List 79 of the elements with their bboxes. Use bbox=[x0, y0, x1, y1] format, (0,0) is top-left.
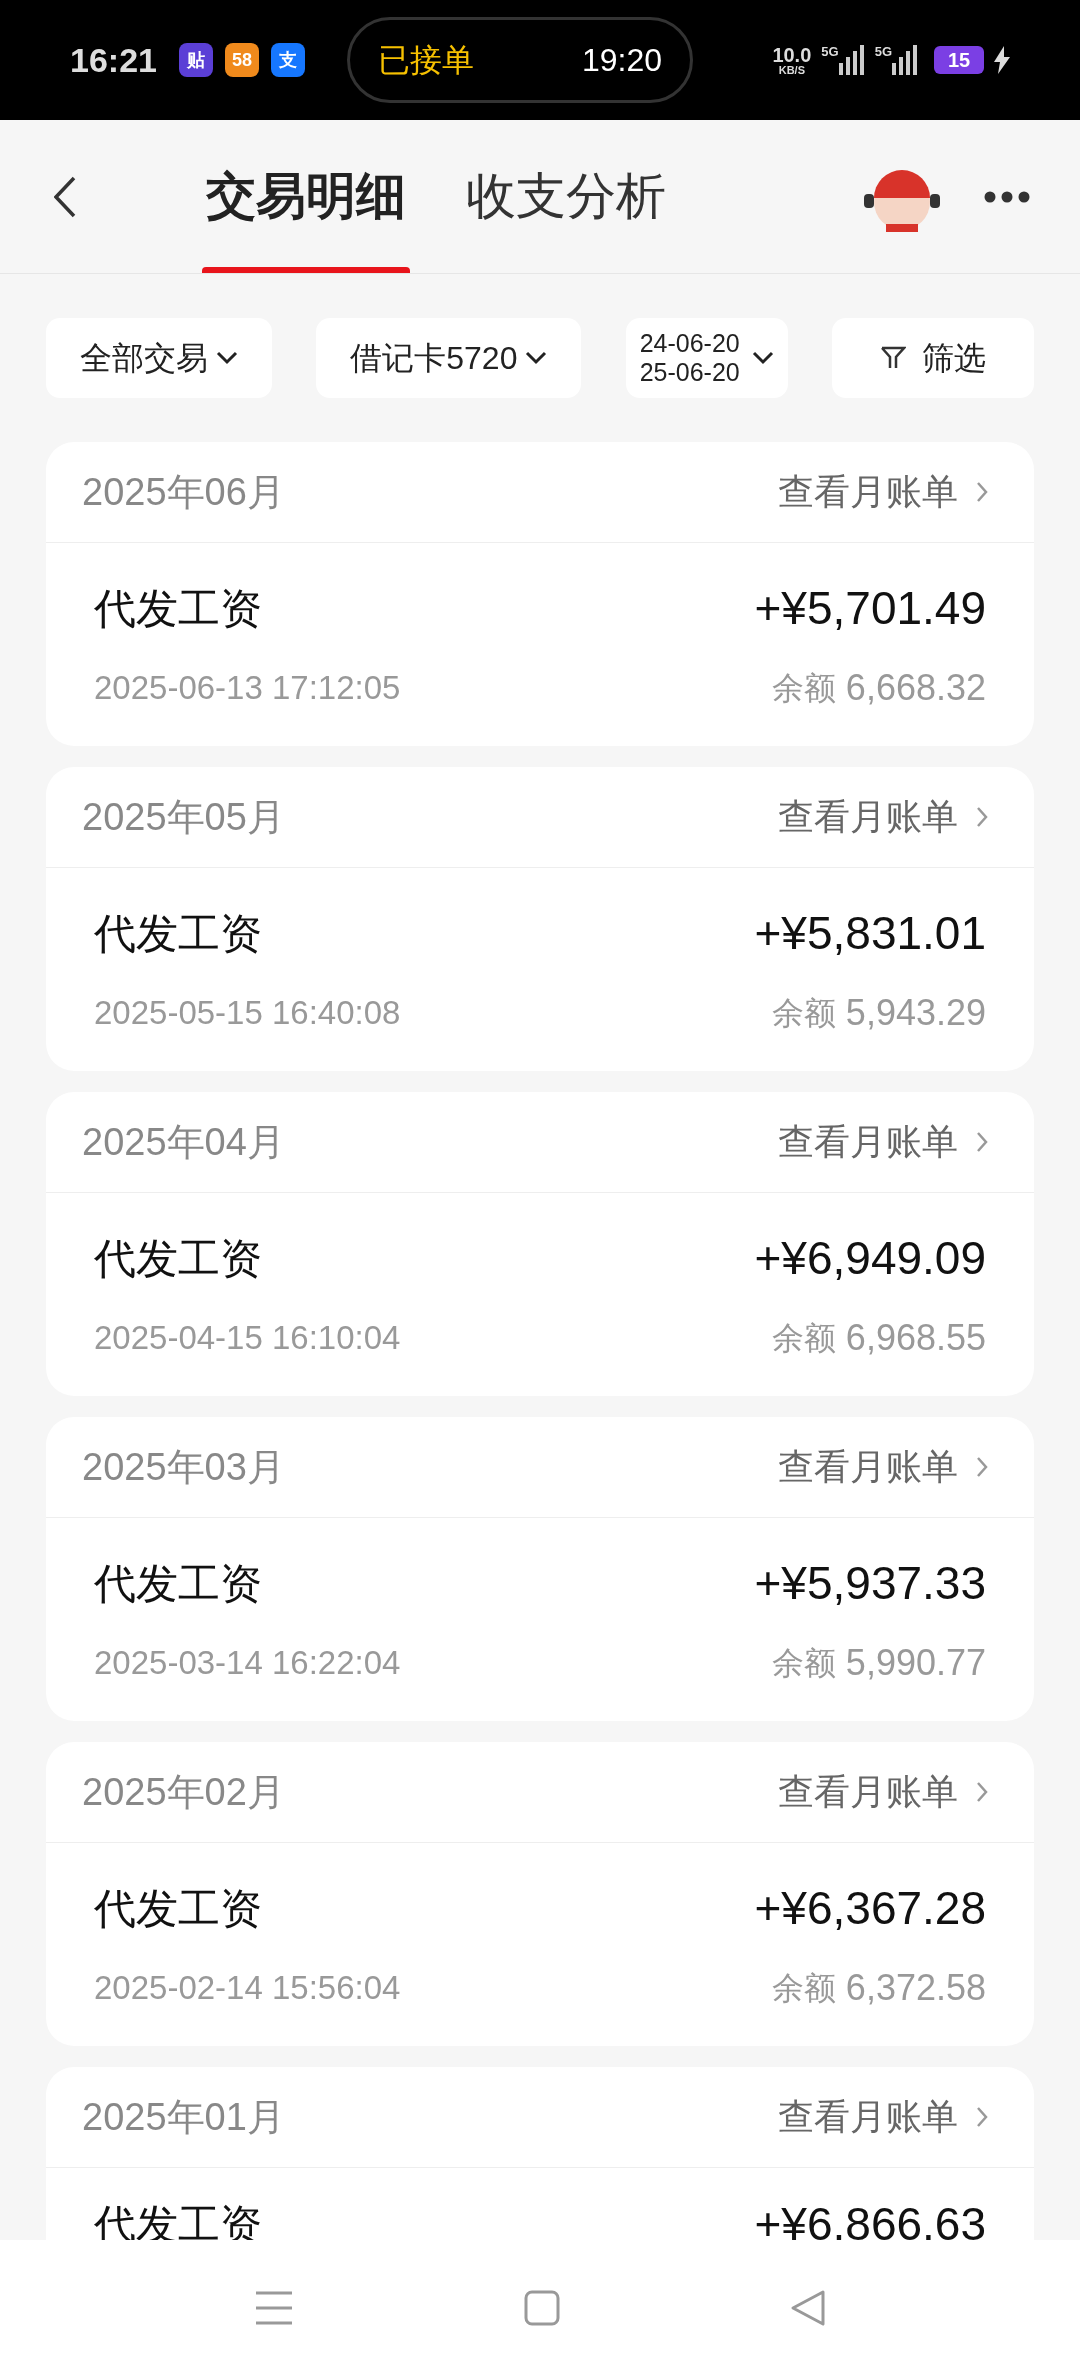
transaction-title: 代发工资 bbox=[94, 1559, 262, 1609]
pill-status: 已接单 bbox=[377, 41, 474, 80]
transaction-title: 代发工资 bbox=[94, 1234, 262, 1284]
end-date: 25-06-20 bbox=[639, 358, 740, 387]
date-range-picker[interactable]: 24-06-20 25-06-20 bbox=[625, 318, 788, 398]
transaction-time: 2025-05-15 16:40:08 bbox=[94, 993, 401, 1034]
monthly-bill-link[interactable]: 查看月账单 bbox=[778, 1765, 988, 1819]
transaction-amount: +¥6,949.09 bbox=[754, 1231, 986, 1286]
network-type: 5G bbox=[874, 45, 892, 58]
transaction-row[interactable]: 代发工资 +¥5,937.33 2025-03-14 16:22:04 余额 5,990.77 bbox=[46, 1518, 1034, 1721]
transaction-amount: +¥6,367.28 bbox=[754, 1881, 986, 1936]
month-label: 2025年03月 bbox=[82, 1444, 285, 1490]
transaction-row[interactable]: 代发工资 +¥5,701.49 2025-06-13 17:12:05 余额 6,668.32 bbox=[46, 543, 1034, 746]
monthly-bill-link[interactable]: 查看月账单 bbox=[778, 1440, 988, 1494]
more-icon[interactable] bbox=[984, 190, 1030, 203]
clock: 16:21 bbox=[70, 39, 157, 81]
balance-label: 余额 bbox=[771, 1969, 836, 2008]
balance-amount: 6,372.58 bbox=[845, 1966, 986, 2010]
chevron-down-icon bbox=[751, 351, 774, 365]
balance-amount: 6,968.55 bbox=[845, 1316, 986, 1360]
transaction-time: 2025-03-14 16:22:04 bbox=[94, 1643, 401, 1684]
transaction-row[interactable]: 代发工资 +¥5,831.01 2025-05-15 16:40:08 余额 5,943.29 bbox=[46, 868, 1034, 1071]
month-label: 2025年04月 bbox=[82, 1119, 285, 1165]
filter-button[interactable]: 筛选 bbox=[831, 318, 1034, 398]
transaction-time: 2025-06-13 17:12:05 bbox=[94, 668, 401, 709]
transaction-title: 代发工资 bbox=[94, 1884, 262, 1934]
month-label: 2025年06月 bbox=[82, 469, 285, 515]
chevron-right-icon bbox=[976, 1131, 988, 1153]
net-unit: KB/S bbox=[778, 64, 805, 76]
app-icon: 贴 bbox=[178, 43, 213, 77]
monthly-bill-link[interactable]: 查看月账单 bbox=[778, 465, 988, 519]
balance-label: 余额 bbox=[771, 1319, 836, 1358]
filter-dropdown[interactable]: 借记卡5720 bbox=[316, 318, 582, 398]
balance-amount: 6,668.32 bbox=[845, 666, 986, 710]
filter-icon bbox=[879, 345, 906, 371]
transaction-title: 代发工资 bbox=[94, 909, 262, 959]
net-speed: 10.0 bbox=[772, 44, 812, 65]
chevron-right-icon bbox=[976, 2106, 988, 2128]
month-label: 2025年01月 bbox=[82, 2094, 285, 2140]
transaction-row[interactable]: 代发工资 +¥6,949.09 2025-04-15 16:10:04 余额 6,968.55 bbox=[46, 1193, 1034, 1396]
monthly-bill-link[interactable]: 查看月账单 bbox=[778, 790, 988, 844]
chevron-right-icon bbox=[976, 1781, 988, 1803]
charging-icon bbox=[994, 46, 1010, 74]
chevron-down-icon bbox=[525, 351, 548, 365]
transaction-time: 2025-02-14 15:56:04 bbox=[94, 1968, 401, 2009]
app-icon: 支 bbox=[270, 43, 305, 77]
balance-amount: 5,990.77 bbox=[845, 1641, 986, 1685]
month-label: 2025年02月 bbox=[82, 1769, 285, 1815]
transaction-amount: +¥5,937.33 bbox=[754, 1556, 986, 1611]
transaction-amount: +¥5,831.01 bbox=[754, 906, 986, 961]
chevron-right-icon bbox=[976, 1456, 988, 1478]
app-icon: 58 bbox=[224, 43, 259, 77]
chevron-right-icon bbox=[976, 806, 988, 828]
balance-label: 余额 bbox=[771, 669, 836, 708]
transaction-amount: +¥6,866.63 bbox=[754, 2197, 986, 2252]
network-type: 5G bbox=[821, 45, 839, 58]
transaction-title: 代发工资 bbox=[94, 584, 262, 634]
balance-label: 余额 bbox=[771, 994, 836, 1033]
filter-dropdown[interactable]: 全部交易 bbox=[46, 318, 272, 398]
transaction-time: 2025-04-15 16:10:04 bbox=[94, 1318, 401, 1359]
chevron-down-icon bbox=[216, 351, 238, 365]
back-icon[interactable] bbox=[790, 2289, 826, 2327]
home-icon[interactable] bbox=[524, 2290, 560, 2326]
monthly-bill-link[interactable]: 查看月账单 bbox=[778, 1115, 988, 1169]
battery-level: 15 bbox=[934, 46, 984, 74]
tab[interactable]: 收支分析 bbox=[466, 120, 666, 273]
transaction-row[interactable]: 代发工资 +¥6,367.28 2025-02-14 15:56:04 余额 6,372.58 bbox=[46, 1843, 1034, 2046]
monthly-bill-link[interactable]: 查看月账单 bbox=[778, 2090, 988, 2144]
menu-icon[interactable] bbox=[254, 2290, 294, 2326]
chevron-right-icon bbox=[976, 481, 988, 503]
month-label: 2025年05月 bbox=[82, 794, 285, 840]
signal-icon bbox=[838, 45, 865, 75]
balance-label: 余额 bbox=[771, 1644, 836, 1683]
transaction-amount: +¥5,701.49 bbox=[754, 581, 986, 636]
live-activity-pill[interactable]: 已接单 19:20 bbox=[346, 17, 693, 103]
start-date: 24-06-20 bbox=[639, 329, 740, 358]
pill-time: 19:20 bbox=[581, 41, 662, 80]
signal-icon bbox=[892, 45, 918, 75]
balance-amount: 5,943.29 bbox=[845, 991, 986, 1035]
